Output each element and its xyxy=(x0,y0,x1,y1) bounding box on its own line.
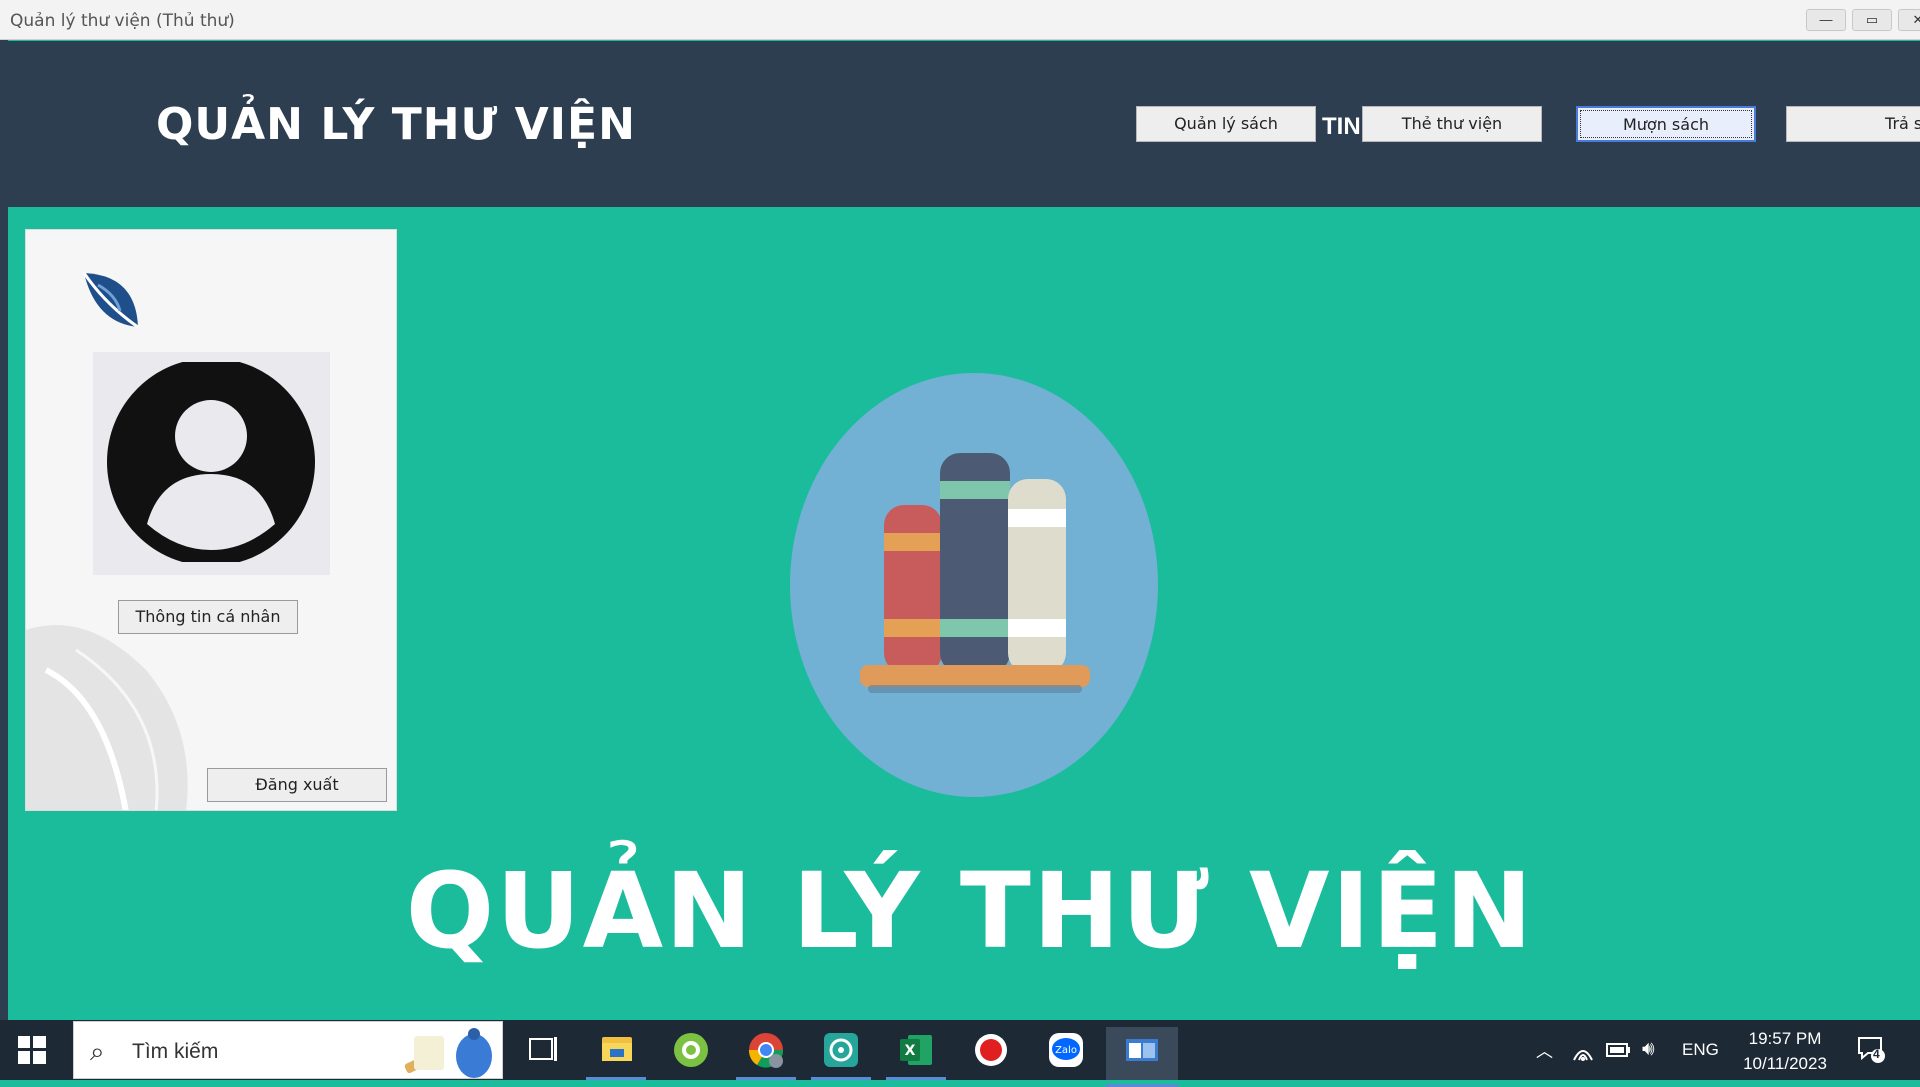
taskbar-library-app[interactable] xyxy=(1106,1027,1178,1087)
nav-borrow-book-button[interactable]: Mượn sách xyxy=(1576,106,1756,142)
minimize-button[interactable]: — xyxy=(1806,9,1846,31)
record-icon[interactable] xyxy=(961,1027,1021,1073)
taskbar-file-explorer[interactable] xyxy=(586,1027,646,1080)
avatar xyxy=(93,352,330,575)
hero-title: QUẢN LÝ THƯ VIỆN xyxy=(405,850,1535,972)
task-view-icon[interactable] xyxy=(512,1027,572,1073)
maximize-button[interactable]: ▭ xyxy=(1852,9,1892,31)
logout-button[interactable]: Đăng xuất xyxy=(207,768,387,802)
zalo-icon: Zalo xyxy=(1049,1033,1083,1067)
gear-icon xyxy=(824,1033,858,1067)
taskbar-search-box[interactable]: ⌕ Tìm kiếm xyxy=(73,1021,503,1079)
wifi-icon[interactable] xyxy=(1572,1040,1594,1062)
notification-icon xyxy=(1858,1037,1885,1063)
window-title: Quản lý thư viện (Thủ thư) xyxy=(10,11,235,31)
title-bar: Quản lý thư viện (Thủ thư) — ▭ ✕ xyxy=(0,0,1920,40)
svg-text:X: X xyxy=(905,1043,916,1059)
user-avatar-icon xyxy=(107,362,315,562)
excel-icon: X xyxy=(900,1035,932,1065)
clock-date: 10/11/2023 xyxy=(1743,1054,1827,1073)
clock-time: 19:57 PM xyxy=(1748,1029,1822,1048)
taskbar: ⌕ Tìm kiếm X Zalo ︿ 🔊︎ ENG 19:57 PM 10/1… xyxy=(0,1020,1920,1087)
leaf-logo-icon xyxy=(82,272,139,329)
search-highlight-illustration xyxy=(404,1028,492,1078)
maximize-icon: ▭ xyxy=(1865,12,1879,27)
app-header: QUẢN LÝ THƯ VIỆN Quản lý sách TIN Thẻ th… xyxy=(8,41,1920,207)
leaf-decoration-background xyxy=(26,625,188,810)
svg-text:Zalo: Zalo xyxy=(1055,1045,1077,1056)
close-icon: ✕ xyxy=(1912,12,1920,27)
notification-center-button[interactable]: 4 xyxy=(1856,1034,1886,1064)
language-indicator[interactable]: ENG xyxy=(1682,1040,1719,1060)
profile-panel: Thông tin cá nhân Đăng xuất xyxy=(25,229,397,811)
taskbar-excel[interactable]: X xyxy=(886,1027,946,1080)
windows-start-icon[interactable] xyxy=(18,1036,46,1064)
taskbar-settings-app[interactable] xyxy=(811,1027,871,1080)
taskbar-clock[interactable]: 19:57 PM 10/11/2023 xyxy=(1730,1026,1840,1076)
battery-icon[interactable] xyxy=(1606,1042,1632,1058)
minimize-icon: — xyxy=(1819,12,1833,27)
app-title: QUẢN LÝ THƯ VIỆN xyxy=(156,99,636,150)
nav-return-book-button[interactable]: Trả sách xyxy=(1786,106,1920,142)
app-window: Quản lý thư viện (Thủ thư) — ▭ ✕ QUẢN LÝ… xyxy=(0,0,1920,1020)
taskbar-chrome[interactable] xyxy=(736,1027,796,1080)
taskbar-zalo[interactable]: Zalo xyxy=(1036,1027,1096,1073)
search-placeholder: Tìm kiếm xyxy=(132,1040,219,1063)
nav-book-management-button[interactable]: Quản lý sách xyxy=(1136,106,1316,142)
personal-info-button[interactable]: Thông tin cá nhân xyxy=(118,600,298,634)
nav-library-card-button[interactable]: Thẻ thư viện xyxy=(1362,106,1542,142)
partial-label: TIN xyxy=(1322,113,1361,140)
search-icon: ⌕ xyxy=(90,1036,105,1066)
volume-icon[interactable]: 🔊︎ xyxy=(1642,1038,1655,1061)
close-button[interactable]: ✕ xyxy=(1898,9,1920,31)
chrome-icon xyxy=(748,1033,784,1068)
green-app-icon[interactable] xyxy=(661,1027,721,1073)
show-hidden-icons-chevron-icon[interactable]: ︿ xyxy=(1536,1037,1553,1062)
books-illustration xyxy=(790,373,1158,797)
app-window-icon xyxy=(1126,1039,1158,1061)
folder-icon xyxy=(602,1037,632,1061)
notification-count-badge: 4 xyxy=(1873,1047,1880,1061)
